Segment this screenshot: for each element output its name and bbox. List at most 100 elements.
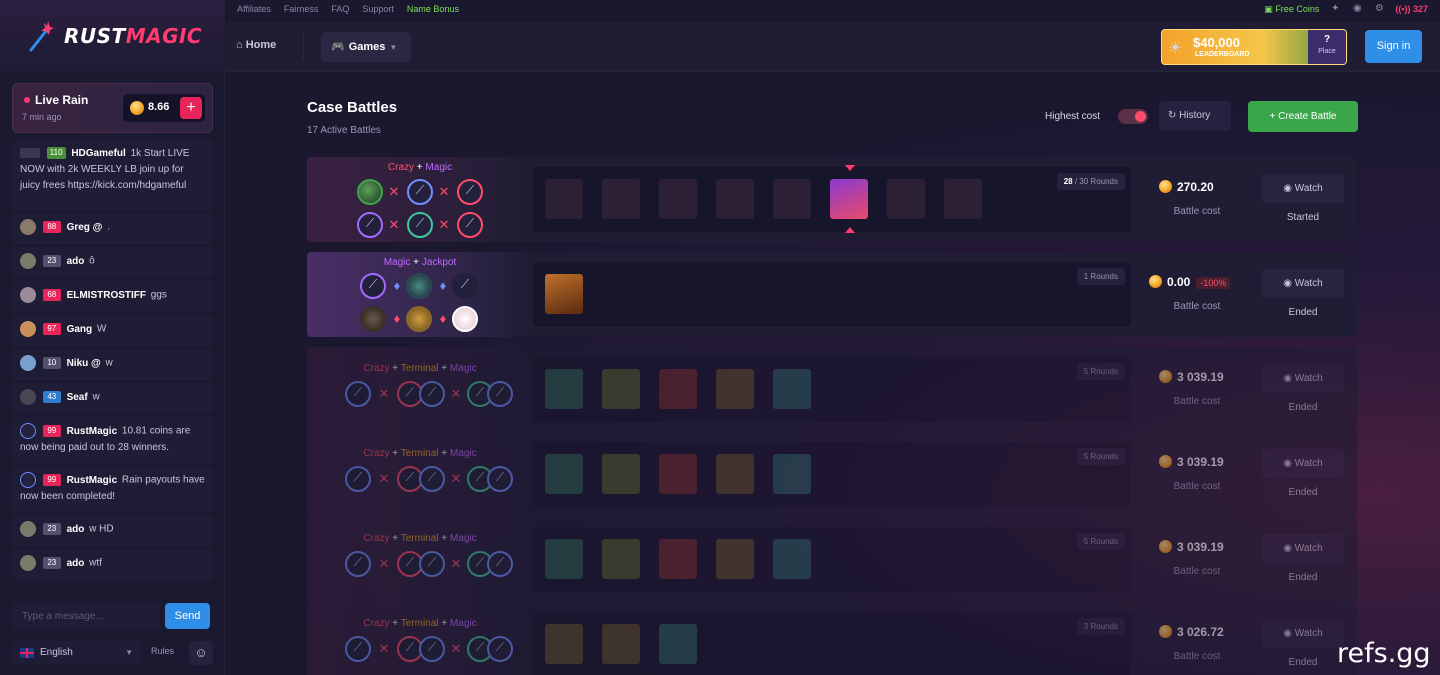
battle-row[interactable]: Magic + Jackpot ♦ ♦ ♦ ♦ 1 Rounds 0.00-10… (307, 252, 1357, 337)
battle-cost: 3 039.19 (1159, 370, 1224, 384)
player-slot[interactable] (457, 179, 483, 205)
battle-row[interactable]: Crazy + Terminal + Magic ✕ ✕ 5 Rounds 3 … (307, 347, 1357, 432)
case-image (545, 274, 583, 314)
coin-icon (1159, 625, 1172, 638)
case-image (659, 454, 697, 494)
watch-button[interactable]: ◉ Watch (1262, 619, 1344, 648)
level-badge: 10 (42, 357, 61, 369)
chat-message: 88 Greg @ . (12, 213, 213, 244)
chat-username[interactable]: RustMagic (67, 475, 118, 486)
emoji-icon[interactable]: ☺ (189, 641, 213, 665)
diamond-icon: ♦ (393, 311, 401, 326)
player-slot[interactable] (487, 636, 513, 662)
eye-icon: ◉ (1283, 543, 1295, 554)
rounds-badge: 28 / 30 Rounds (1056, 173, 1125, 190)
chat-username[interactable]: Niku @ (67, 358, 101, 369)
battle-players: Crazy + Terminal + Magic ✕ ✕ (307, 517, 529, 602)
case-image (659, 179, 697, 219)
nav-games-dropdown[interactable]: 🎮 Games ▼ (321, 32, 411, 62)
player-slot[interactable] (419, 466, 445, 492)
watch-button[interactable]: ◉ Watch (1262, 174, 1344, 203)
case-battles-page: Case Battles 17 Active Battles Highest c… (226, 72, 1440, 675)
chat-username[interactable]: ado (67, 256, 85, 267)
twitter-icon[interactable]: ✦ (1329, 3, 1341, 15)
player-slot[interactable] (419, 636, 445, 662)
leaderboard-banner[interactable]: ☀ $40,000 LEADERBOARD ? Place (1161, 29, 1347, 65)
player-slot[interactable] (360, 273, 386, 299)
player-slot-empty[interactable] (452, 273, 478, 299)
name-bonus-link[interactable]: Name Bonus (407, 4, 459, 14)
battle-row[interactable]: Crazy + Magic ✕ ✕ ✕ ✕ 28 / 30 Rounds (307, 157, 1357, 242)
battle-row[interactable]: Crazy + Terminal + Magic ✕ ✕ 5 Rounds 3 … (307, 432, 1357, 517)
top-links: Affiliates Fairness FAQ Support Name Bon… (237, 4, 459, 14)
sign-in-button[interactable]: Sign in (1365, 30, 1422, 63)
battle-cost-label: Battle cost (1173, 651, 1221, 662)
watch-button[interactable]: ◉ Watch (1262, 449, 1344, 478)
player-avatar[interactable] (360, 306, 386, 332)
plus-icon: + (1269, 111, 1279, 122)
player-avatar[interactable] (452, 306, 478, 332)
player-slot[interactable] (419, 551, 445, 577)
create-battle-button[interactable]: + Create Battle (1248, 101, 1358, 132)
chat-username[interactable]: HDGameful (71, 148, 125, 159)
fairness-link[interactable]: Fairness (284, 4, 319, 14)
battle-cost-label: Battle cost (1173, 301, 1221, 312)
chat-username[interactable]: ado (67, 558, 85, 569)
language-select[interactable]: English ▼ (12, 641, 141, 665)
battle-row[interactable]: Crazy + Terminal + Magic ✕ ✕ 3 Rounds 3 … (307, 602, 1357, 675)
trophy-icon: ☀ (1168, 40, 1183, 57)
crossed-swords-icon: ✕ (378, 641, 390, 656)
steam-icon[interactable]: ⚙ (1373, 3, 1385, 15)
player-slot[interactable] (345, 381, 371, 407)
chat-username[interactable]: ado (67, 524, 85, 535)
player-avatar[interactable] (406, 306, 432, 332)
chat-username[interactable]: Seaf (67, 392, 88, 403)
chat-username[interactable]: Greg @ (67, 222, 103, 233)
rain-time: 7 min ago (22, 112, 62, 122)
watch-button[interactable]: ◉ Watch (1262, 269, 1344, 298)
chat-message: 110 HDGameful 1k Start LIVE NOW with 2k … (12, 140, 213, 210)
history-icon: ↻ (1168, 110, 1180, 121)
crossed-swords-icon: ✕ (378, 386, 390, 401)
chat-username[interactable]: RustMagic (67, 426, 118, 437)
level-badge: 23 (42, 523, 61, 535)
player-slot[interactable] (487, 381, 513, 407)
chat-input[interactable] (12, 603, 160, 629)
history-button[interactable]: ↻ History (1159, 101, 1231, 131)
rules-link[interactable]: Rules (151, 646, 174, 656)
discord-icon[interactable]: ◉ (1351, 3, 1363, 15)
rain-add-button[interactable]: + (180, 97, 202, 119)
player-slot[interactable] (345, 551, 371, 577)
chat-list[interactable]: 110 HDGameful 1k Start LIVE NOW with 2k … (12, 140, 213, 583)
wand-avatar-icon (20, 472, 36, 488)
player-avatar[interactable] (357, 179, 383, 205)
player-avatar[interactable] (406, 273, 432, 299)
player-slot[interactable] (357, 212, 383, 238)
highest-cost-label: Highest cost (1045, 111, 1101, 122)
chat-username[interactable]: Gang (67, 324, 93, 335)
support-link[interactable]: Support (362, 4, 394, 14)
player-slot[interactable] (457, 212, 483, 238)
player-slot[interactable] (487, 466, 513, 492)
free-coins-link[interactable]: ▣ Free Coins (1264, 4, 1319, 15)
player-slot[interactable] (345, 466, 371, 492)
nav-home[interactable]: ⌂ Home (236, 39, 276, 51)
chat-text: w (92, 391, 100, 403)
player-slot[interactable] (407, 212, 433, 238)
battle-row[interactable]: Crazy + Terminal + Magic ✕ ✕ 5 Rounds 3 … (307, 517, 1357, 602)
affiliates-link[interactable]: Affiliates (237, 4, 271, 14)
chat-username[interactable]: ELMISTROSTIFF (67, 290, 146, 301)
player-slot[interactable] (345, 636, 371, 662)
live-rain-panel: Live Rain 7 min ago 8.66 + (12, 83, 213, 133)
player-slot[interactable] (419, 381, 445, 407)
case-image (944, 179, 982, 219)
faq-link[interactable]: FAQ (331, 4, 349, 14)
logo[interactable]: RUSTMAGIC (0, 0, 224, 72)
player-slot[interactable] (407, 179, 433, 205)
watch-button[interactable]: ◉ Watch (1262, 364, 1344, 393)
player-slot[interactable] (487, 551, 513, 577)
send-button[interactable]: Send (165, 603, 210, 629)
case-image (602, 624, 640, 664)
highest-cost-toggle[interactable] (1118, 109, 1148, 124)
watch-button[interactable]: ◉ Watch (1262, 534, 1344, 563)
